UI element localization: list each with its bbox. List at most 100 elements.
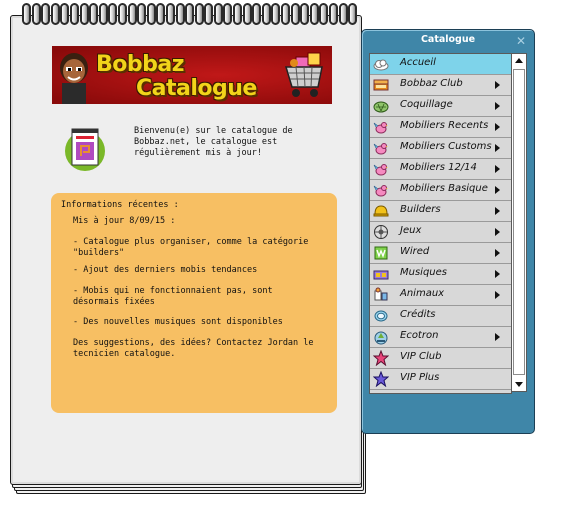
catalogue-item-accueil[interactable]: Accueil [370,54,511,75]
submenu-arrow-icon [495,102,500,110]
wired-icon [374,246,388,260]
catalogue-item-label: Crédits [400,309,436,320]
spiral-coil [22,3,31,25]
catalogue-item-animaux[interactable]: Animaux [370,285,511,306]
banner-title-line1: Bobbaz [96,52,185,77]
news-item: - Mobis qui ne fonctionnaient pas, sont … [73,286,273,307]
catalogue-scrollbar[interactable] [511,53,527,392]
spiral-coil [175,3,185,25]
catalogue-item-vip-club[interactable]: VIP Club [370,348,511,369]
catalogue-item-label: Jeux [400,225,422,236]
catalogue-item-jeux[interactable]: Jeux [370,222,511,243]
spiral-coil [117,3,127,25]
shell-icon [373,101,389,113]
pet-icon [374,287,388,301]
bird-icon [373,143,388,155]
notebook-spiral [22,3,362,27]
bird-icon [373,122,388,134]
cloud-icon [373,59,389,71]
catalogue-item-ecotron[interactable]: Ecotron [370,327,511,348]
catalogue-item-label: Musiques [400,267,448,278]
spiral-coil [31,3,41,25]
spiral-coil [213,3,223,25]
catalogue-item-label: Wired [400,246,430,257]
submenu-arrow-icon [495,123,500,131]
news-contact-text: Des suggestions, des idées? Contactez Jo… [73,338,314,359]
builder-helmet-icon [373,205,389,217]
catalogue-item-builders[interactable]: Builders [370,201,511,222]
catalogue-item-vip-plus[interactable]: VIP Plus [370,369,511,390]
submenu-arrow-icon [495,144,500,152]
catalogue-item-mobiliers-recents[interactable]: Mobiliers Recents [370,117,511,138]
catalogue-item-musiques[interactable]: Musiques [370,264,511,285]
catalogue-item-mobiliers-12-14[interactable]: Mobiliers 12/14 [370,159,511,180]
club-sofa-icon [373,79,389,91]
spiral-coil [79,3,89,25]
shopping-cart-icon [284,52,323,97]
catalogue-item-mobiliers-customs[interactable]: Mobiliers Customs [370,138,511,159]
catalogue-item-label: Builders [400,204,441,215]
catalogue-item-wired[interactable]: Wired [370,243,511,264]
submenu-arrow-icon [495,165,500,173]
bird-icon [373,164,388,176]
spiral-coil [348,3,358,25]
submenu-arrow-icon [495,207,500,215]
spiral-coil [223,3,233,25]
catalogue-item-coquillage[interactable]: Coquillage [370,96,511,117]
spiral-coil [242,3,252,25]
scroll-up-arrow-icon[interactable] [513,55,525,67]
spiral-coil [338,3,348,25]
submenu-arrow-icon [495,249,500,257]
catalogue-item-label: Mobiliers Recents [400,120,489,131]
catalogue-item-cr-dits[interactable]: Crédits [370,306,511,327]
welcome-text: Bienvenu(e) sur le catalogue de Bobbaz.n… [134,126,293,158]
catalogue-item-label: Coquillage [400,99,453,110]
catalogue-notebook-page: Bobbaz Catalogue Bienvenu(e) sur le cata… [10,15,362,485]
star-icon [373,371,389,387]
catalogue-item-mobiliers-basique[interactable]: Mobiliers Basique [370,180,511,201]
catalogue-window-title: Catalogue [420,34,476,45]
spiral-coil [271,3,281,25]
spiral-coil [204,3,214,25]
spiral-coil [261,3,271,25]
spiral-coil [108,3,118,25]
submenu-arrow-icon [495,228,500,236]
catalogue-item-bobbaz-club[interactable]: Bobbaz Club [370,75,511,96]
scroll-down-arrow-icon[interactable] [513,378,525,390]
submenu-arrow-icon [495,270,500,278]
catalogue-item-label: Accueil [400,57,436,68]
catalogue-item-label: Ecotron [400,330,439,341]
catalogue-item-label: VIP Plus [400,372,440,383]
spiral-coil [300,3,310,25]
bird-icon [373,185,388,197]
spiral-coil [233,3,243,25]
spiral-coil [50,3,60,25]
catalogue-banner: Bobbaz Catalogue [52,46,332,104]
coin-icon [374,310,388,322]
catalogue-window: Catalogue ✕ Accueil Bobbaz Club Coquillage… [361,29,535,434]
ecotron-icon [374,331,388,345]
spiral-coil [319,3,329,25]
news-title: Informations récentes : [61,200,179,210]
catalogue-item-label: Animaux [400,288,445,299]
close-icon[interactable]: ✕ [515,35,527,47]
spiral-coil [98,3,108,25]
news-item: - Des nouvelles musiques sont disponible… [73,317,283,327]
spiral-coil [194,3,204,25]
news-item: - Catalogue plus organiser, comme la cat… [73,237,309,258]
spiral-coil [309,3,319,25]
submenu-arrow-icon [495,291,500,299]
scroll-thumb[interactable] [513,69,525,375]
catalogue-item-label: Mobiliers Basique [400,183,488,194]
spiral-coil [137,3,147,25]
submenu-arrow-icon [495,186,500,194]
submenu-arrow-icon [495,333,500,341]
spiral-coil [252,3,262,25]
submenu-arrow-icon [495,81,500,89]
spiral-coil [69,3,79,25]
catalogue-category-list: Accueil Bobbaz Club Coquillage Mobiliers Re… [369,53,512,394]
news-box: Informations récentes : Mis à jour 8/09/… [51,193,337,413]
spiral-coil [281,3,291,25]
spiral-coil [290,3,300,25]
catalogue-book-icon [65,128,105,171]
